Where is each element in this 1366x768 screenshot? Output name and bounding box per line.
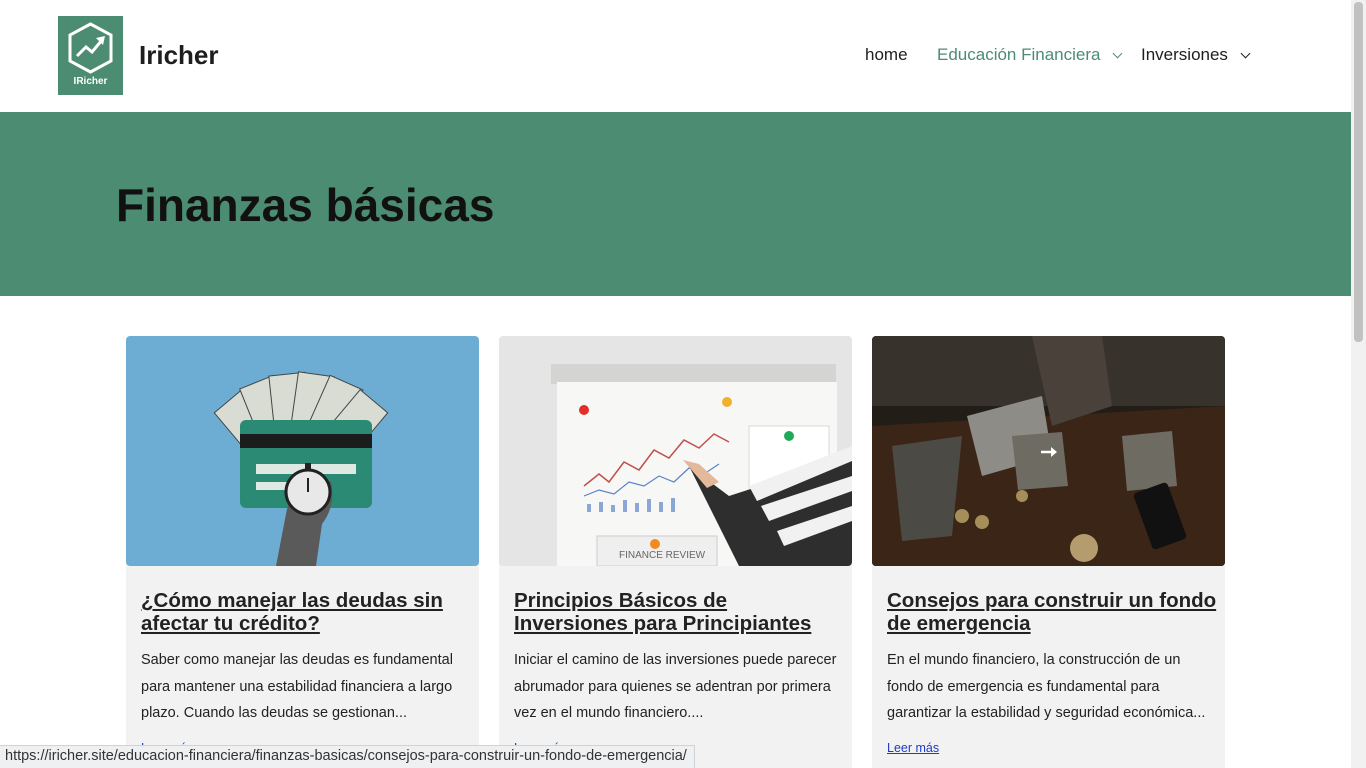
post-thumbnail[interactable]: FINANCE REVIEW (499, 336, 852, 566)
finance-review-caption: FINANCE REVIEW (619, 550, 706, 561)
nav-home-label: home (865, 45, 908, 64)
archive-hero: Finanzas básicas (0, 112, 1351, 296)
chevron-down-icon (1113, 48, 1123, 58)
trend-up-icon (68, 22, 113, 74)
post-excerpt: En el mundo financiero, la construcción … (887, 652, 1206, 721)
nav-educacion-label: Educación Financiera (937, 45, 1101, 64)
post-excerpt: Saber como manejar las deudas es fundame… (141, 652, 453, 721)
finance-board-image: FINANCE REVIEW (499, 336, 852, 566)
post-card: Consejos para construir un fondo de emer… (872, 336, 1225, 768)
nav-educacion-financiera[interactable]: Educación Financiera (937, 45, 1123, 65)
post-title-link[interactable]: Consejos para construir un fondo de emer… (887, 589, 1217, 635)
site-header: IRicher Iricher home Educación Financier… (0, 0, 1351, 112)
post-card: ¿Cómo manejar las deudas sin afectar tu … (126, 336, 479, 768)
site-logo[interactable]: IRicher (58, 16, 123, 95)
page-title: Finanzas básicas (116, 179, 495, 231)
read-more-link[interactable]: Leer más (887, 741, 939, 755)
post-title-link[interactable]: Principios Básicos de Inversiones para P… (514, 589, 844, 635)
post-thumbnail[interactable] (126, 336, 479, 566)
scrollbar-thumb[interactable] (1354, 2, 1363, 342)
post-excerpt: Iniciar el camino de las inversiones pue… (514, 652, 837, 721)
chevron-down-icon (1240, 48, 1251, 58)
site-title[interactable]: Iricher (139, 40, 219, 71)
post-title-link[interactable]: ¿Cómo manejar las deudas sin afectar tu … (141, 589, 471, 635)
logo-text: IRicher (73, 76, 108, 87)
page-scrollbar[interactable] (1351, 0, 1366, 768)
nav-inversiones-label: Inversiones (1141, 45, 1228, 64)
nav-home[interactable]: home (865, 45, 908, 65)
nav-inversiones[interactable]: Inversiones (1141, 45, 1251, 65)
arrow-right-icon (1041, 447, 1057, 457)
post-thumbnail[interactable] (872, 336, 1225, 566)
link-status-bar: https://iricher.site/educacion-financier… (0, 745, 695, 768)
money-card-image (213, 371, 389, 566)
post-card: FINANCE REVIEW Principios Básicos de Inv… (499, 336, 852, 768)
